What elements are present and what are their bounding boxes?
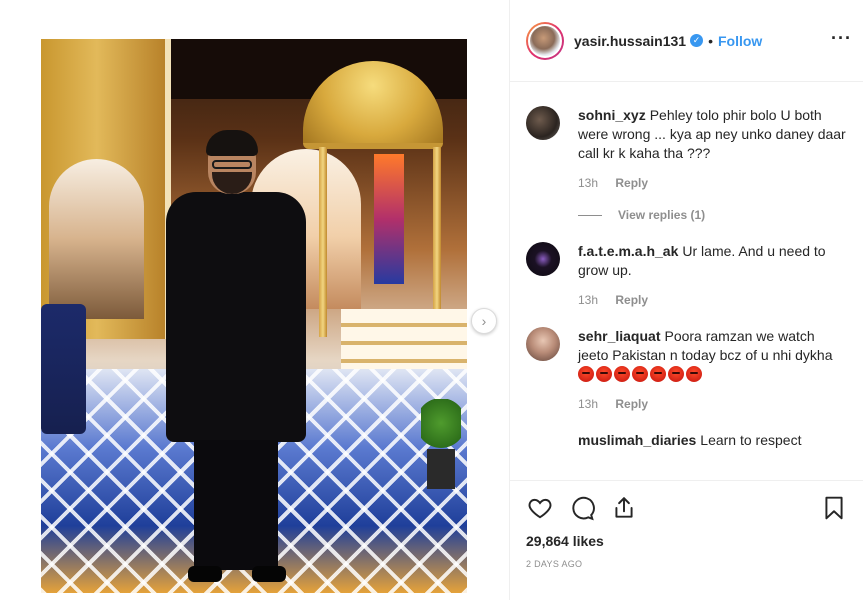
post-sidebar: yasir.hussain131 ✓ • Follow ··· sohni_xy… bbox=[509, 0, 863, 600]
likes-count[interactable]: 29,864 likes bbox=[526, 533, 848, 549]
reply-button[interactable]: Reply bbox=[615, 176, 648, 190]
reply-button[interactable]: Reply bbox=[615, 397, 648, 411]
comment-icon bbox=[572, 496, 595, 521]
photo-led-screen bbox=[374, 154, 404, 284]
avatar[interactable] bbox=[526, 431, 560, 465]
avatar[interactable] bbox=[526, 327, 560, 361]
comment-username[interactable]: sehr_liaquat bbox=[578, 328, 660, 344]
heart-icon bbox=[528, 498, 552, 519]
share-button[interactable] bbox=[610, 494, 638, 522]
person-legs bbox=[194, 440, 278, 570]
comment-meta: 13h Reply bbox=[578, 293, 848, 307]
list-item: sehr_liaquat Poora ramzan we watch jeeto … bbox=[526, 327, 848, 411]
bookmark-icon bbox=[825, 496, 843, 520]
list-item: muslimah_diaries Learn to respect bbox=[526, 431, 848, 465]
post-timestamp[interactable]: 2 DAYS AGO bbox=[526, 559, 848, 569]
angry-face-icon bbox=[632, 366, 648, 382]
angry-face-icon bbox=[578, 366, 594, 382]
photo-pillar bbox=[319, 147, 327, 337]
post-actions: 29,864 likes 2 DAYS AGO bbox=[510, 480, 863, 600]
angry-emoji-group bbox=[578, 366, 702, 382]
post-photo[interactable] bbox=[41, 39, 467, 593]
comment-time: 13h bbox=[578, 397, 599, 411]
share-icon bbox=[615, 497, 633, 518]
next-photo-button[interactable]: › bbox=[471, 308, 497, 334]
list-item: sohni_xyz Pehley tolo phir bolo U both we… bbox=[526, 106, 848, 222]
comment-text: sohni_xyz Pehley tolo phir bolo U both we… bbox=[578, 106, 848, 163]
verified-icon: ✓ bbox=[690, 34, 704, 47]
person-glasses bbox=[212, 160, 252, 169]
comment-button[interactable] bbox=[568, 494, 596, 522]
comment-username[interactable]: sohni_xyz bbox=[578, 107, 646, 123]
comment-text: f.a.t.e.m.a.h_ak Ur lame. And u need to g… bbox=[578, 242, 848, 280]
angry-face-icon bbox=[614, 366, 630, 382]
photo-chair bbox=[41, 304, 86, 434]
comment-time: 13h bbox=[578, 176, 599, 190]
avatar bbox=[528, 23, 562, 58]
person-shoe bbox=[252, 566, 286, 582]
follow-button[interactable]: Follow bbox=[718, 33, 762, 49]
comment-text: sehr_liaquat Poora ramzan we watch jeeto … bbox=[578, 327, 848, 384]
photo-pillar bbox=[433, 147, 441, 327]
author-avatar-ring[interactable] bbox=[526, 21, 564, 60]
save-button[interactable] bbox=[820, 494, 848, 522]
comment-meta: 13h Reply bbox=[578, 397, 848, 411]
view-replies-button[interactable]: View replies (1) bbox=[578, 208, 848, 222]
comment-time: 13h bbox=[578, 293, 599, 307]
chevron-right-icon: › bbox=[481, 313, 487, 329]
angry-face-icon bbox=[668, 366, 684, 382]
post-media-pane: › bbox=[0, 0, 509, 600]
comment-username[interactable]: muslimah_diaries bbox=[578, 432, 696, 448]
photo-left-arch bbox=[49, 159, 144, 319]
like-button[interactable] bbox=[526, 494, 554, 522]
person-kurta bbox=[166, 192, 306, 442]
photo-person bbox=[166, 130, 306, 593]
more-options-icon[interactable]: ··· bbox=[831, 28, 852, 49]
photo-planter bbox=[427, 449, 455, 489]
person-hair bbox=[206, 130, 258, 156]
replies-divider bbox=[578, 214, 602, 216]
comments-list[interactable]: sohni_xyz Pehley tolo phir bolo U both we… bbox=[510, 82, 863, 480]
comment-username[interactable]: f.a.t.e.m.a.h_ak bbox=[578, 243, 678, 259]
post-header: yasir.hussain131 ✓ • Follow ··· bbox=[510, 0, 863, 82]
angry-face-icon bbox=[686, 366, 702, 382]
angry-face-icon bbox=[596, 366, 612, 382]
avatar[interactable] bbox=[526, 106, 560, 140]
comment-meta: 13h Reply bbox=[578, 176, 848, 190]
action-icons-row bbox=[526, 493, 848, 523]
reply-button[interactable]: Reply bbox=[615, 293, 648, 307]
angry-face-icon bbox=[650, 366, 666, 382]
avatar[interactable] bbox=[526, 242, 560, 276]
person-shoe bbox=[188, 566, 222, 582]
author-username[interactable]: yasir.hussain131 bbox=[574, 33, 686, 49]
list-item: f.a.t.e.m.a.h_ak Ur lame. And u need to g… bbox=[526, 242, 848, 307]
view-replies-label: View replies (1) bbox=[618, 208, 706, 222]
comment-text: muslimah_diaries Learn to respect bbox=[578, 431, 848, 450]
header-separator: • bbox=[708, 32, 713, 49]
comment-body: Learn to respect bbox=[700, 432, 802, 448]
